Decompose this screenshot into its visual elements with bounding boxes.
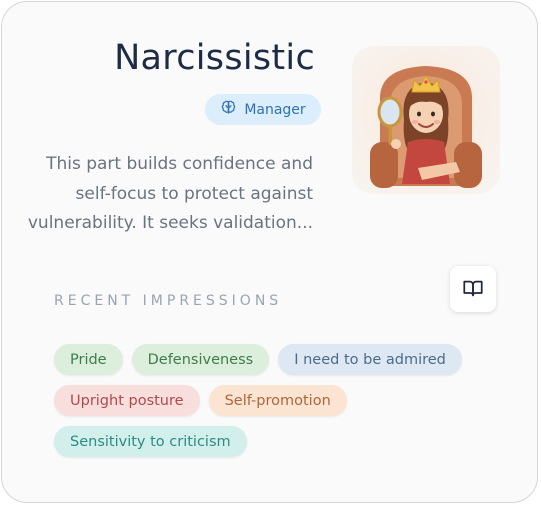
role-badge: Manager bbox=[205, 94, 321, 125]
journal-button[interactable] bbox=[450, 266, 496, 312]
part-title: Narcissistic bbox=[114, 38, 315, 78]
part-avatar-illustration bbox=[352, 46, 500, 194]
impression-tags: Pride Defensiveness I need to be admired… bbox=[54, 344, 504, 457]
recent-impressions-heading: RECENT IMPRESSIONS bbox=[54, 293, 283, 309]
impression-tag[interactable]: Self-promotion bbox=[208, 385, 347, 416]
book-open-icon bbox=[462, 277, 484, 302]
role-label: Manager bbox=[244, 101, 306, 118]
impression-tag[interactable]: Defensiveness bbox=[131, 344, 270, 375]
impression-tag[interactable]: I need to be admired bbox=[278, 344, 462, 375]
impression-tag[interactable]: Upright posture bbox=[54, 385, 200, 416]
impression-tag[interactable]: Sensitivity to criticism bbox=[54, 426, 247, 457]
part-description: This part builds confidence and self-foc… bbox=[27, 154, 313, 233]
impression-tag[interactable]: Pride bbox=[54, 344, 123, 375]
part-card: Narcissistic Manager This part builds co… bbox=[1, 1, 538, 503]
brain-icon bbox=[220, 99, 237, 120]
